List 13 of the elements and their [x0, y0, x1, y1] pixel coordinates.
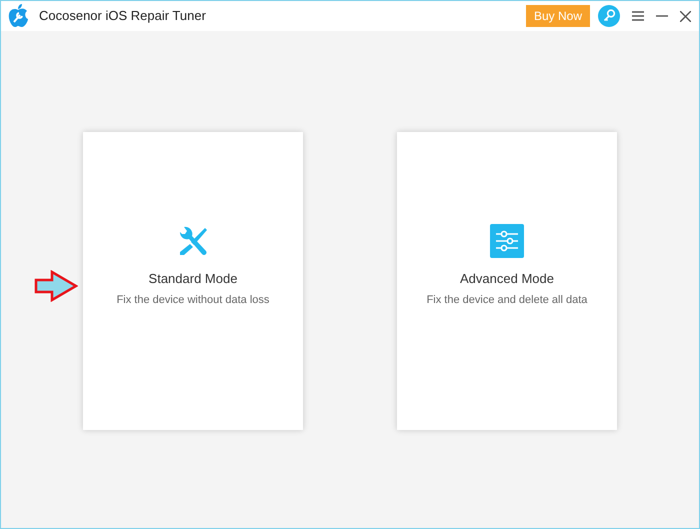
- mode-description: Fix the device and delete all data: [426, 292, 588, 308]
- window-title: Cocosenor iOS Repair Tuner: [39, 7, 206, 26]
- mode-title: Advanced Mode: [460, 270, 554, 288]
- pointer-arrow-icon: [34, 270, 78, 302]
- mode-card[interactable]: Standard Mode Fix the device without data loss: [83, 132, 303, 430]
- mode-card[interactable]: Advanced Mode Fix the device and delete all data: [397, 132, 617, 430]
- close-icon[interactable]: [680, 10, 691, 22]
- mode-title: Standard Mode: [148, 270, 238, 288]
- sliders-icon: [490, 224, 524, 258]
- minimize-icon[interactable]: [656, 15, 668, 17]
- menu-icon[interactable]: [632, 11, 644, 21]
- app-logo-icon: [7, 4, 29, 28]
- mode-description: Fix the device without data loss: [116, 292, 270, 308]
